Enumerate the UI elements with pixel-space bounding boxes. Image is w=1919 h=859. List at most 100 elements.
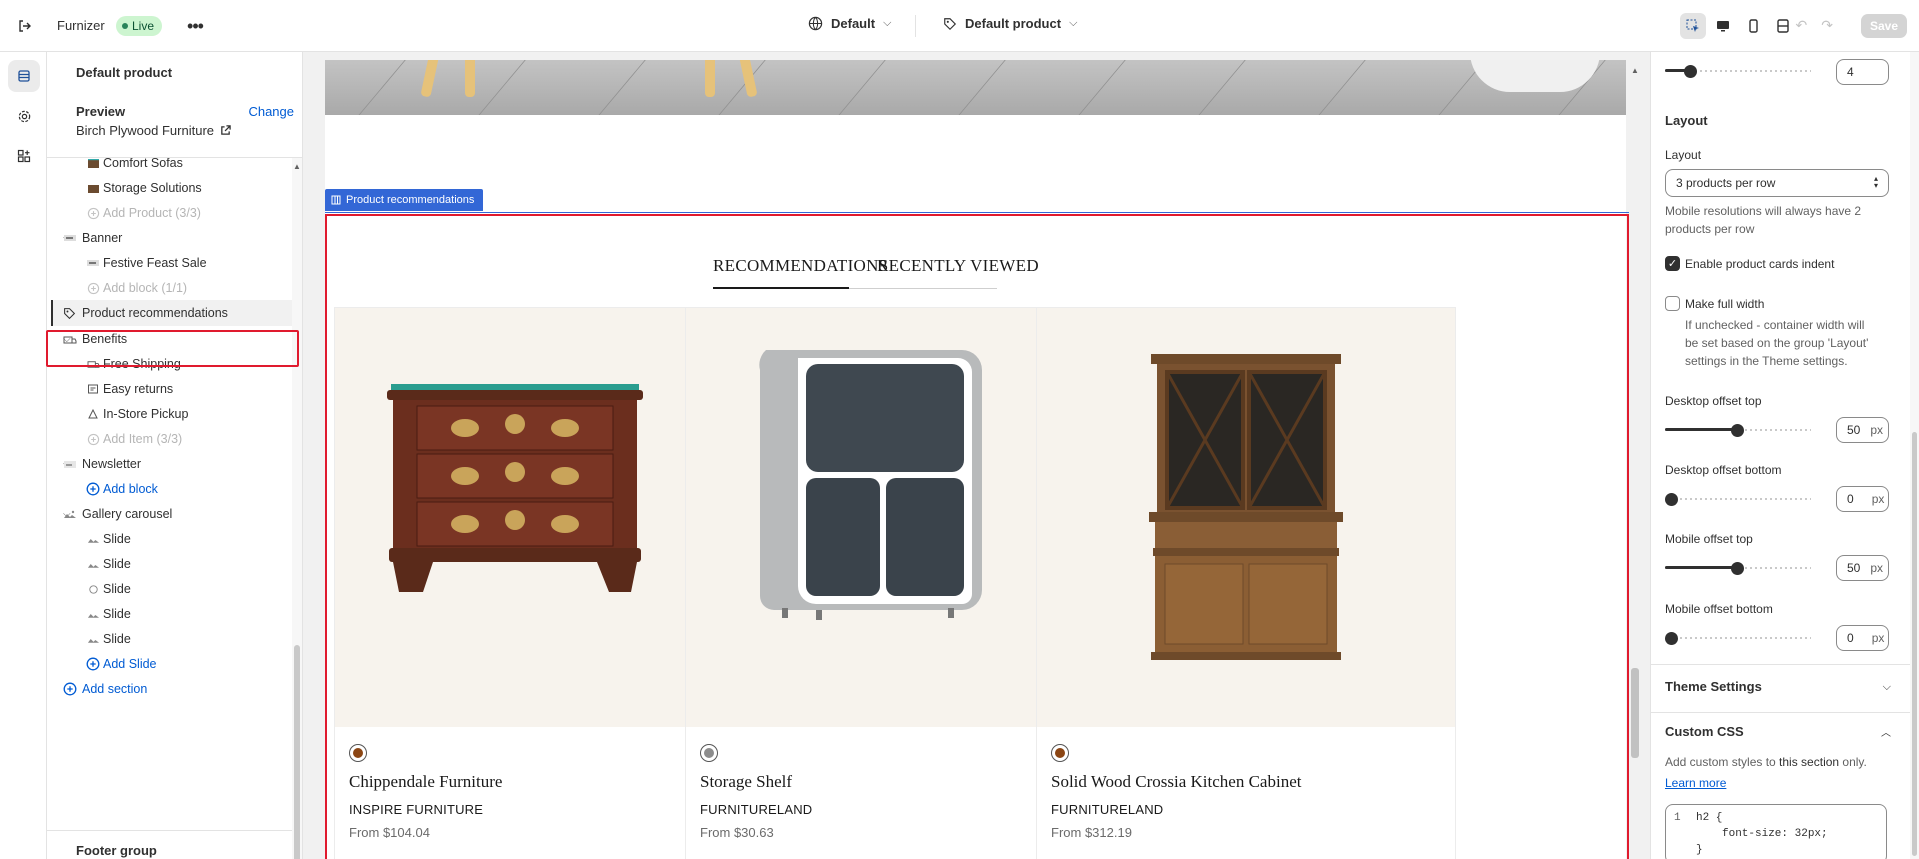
footer-group[interactable]: Footer group — [47, 830, 297, 859]
tree-item-easy-returns[interactable]: Easy returns — [47, 376, 297, 402]
desktop-top-input[interactable]: 50 px — [1836, 417, 1889, 443]
add-block-button[interactable]: Add block (1/1) — [47, 275, 297, 301]
highlight-annotation — [46, 330, 299, 367]
theme-selector[interactable]: Default ⌵ — [808, 16, 891, 31]
tree-item-banner[interactable]: ⌵ Banner — [47, 225, 297, 251]
chevron-up-icon[interactable]: ︿ — [1881, 724, 1891, 739]
full-width-checkbox[interactable] — [1665, 296, 1680, 311]
canvas-scrollbar[interactable]: ▲ — [1628, 60, 1642, 859]
undo-icon[interactable]: ↶ — [1796, 17, 1808, 34]
template-selector-label: Default product — [965, 16, 1062, 31]
add-item-button[interactable]: Add Item (3/3) — [47, 426, 297, 452]
mobile-bottom-slider[interactable] — [1665, 632, 1811, 645]
external-link-icon — [221, 125, 231, 135]
change-preview-link[interactable]: Change — [248, 104, 294, 119]
tree-item-in-store-pickup[interactable]: In-Store Pickup — [47, 401, 297, 427]
banner-icon — [62, 231, 78, 245]
full-width-help-text: If unchecked - container width will be s… — [1685, 316, 1868, 370]
slider-knob[interactable] — [1731, 424, 1744, 437]
help-line: be set based on the group 'Layout' — [1685, 336, 1869, 350]
template-selector[interactable]: Default product ⌵ — [943, 16, 1077, 31]
gear-icon[interactable] — [8, 100, 40, 132]
fullscreen-icon[interactable] — [1770, 13, 1796, 39]
tree-item-slide[interactable]: Slide — [47, 626, 297, 652]
add-block-link[interactable]: Add block — [47, 476, 297, 502]
sections-icon[interactable] — [8, 60, 40, 92]
desktop-top-slider[interactable] — [1665, 424, 1811, 437]
slider-knob[interactable] — [1665, 493, 1678, 506]
slide-icon — [85, 632, 101, 646]
chevron-down-icon[interactable]: ⌵ — [1883, 681, 1891, 694]
tree-item-storage-solutions[interactable]: Storage Solutions — [47, 175, 297, 201]
section-tag[interactable]: Product recommendations — [325, 189, 484, 211]
redo-icon[interactable]: ↷ — [1821, 17, 1833, 34]
top-range-slider[interactable] — [1665, 65, 1811, 78]
mobile-icon[interactable] — [1740, 13, 1766, 39]
top-range-input[interactable]: 4 — [1836, 59, 1889, 85]
desktop-bottom-input[interactable]: 0 px — [1836, 486, 1889, 512]
tree-item-slide[interactable]: Slide — [47, 526, 297, 552]
scrollbar-thumb[interactable] — [294, 645, 300, 859]
tree-item-slide[interactable]: Slide — [47, 601, 297, 627]
mobile-top-input[interactable]: 50 px — [1836, 555, 1889, 581]
tree-item-label: In-Store Pickup — [103, 407, 189, 421]
color-swatch[interactable] — [1051, 744, 1069, 762]
select-arrows-icon: ▴ ▾ — [1873, 174, 1878, 190]
tree-item-festive-feast-sale[interactable]: Festive Feast Sale — [47, 250, 297, 276]
inspector-icon[interactable] — [1680, 13, 1706, 39]
divider — [1651, 664, 1911, 665]
add-product-button[interactable]: Add Product (3/3) — [47, 200, 297, 226]
sidebar-scrollbar[interactable]: ▲ — [292, 158, 302, 859]
mobile-bottom-input[interactable]: 0 px — [1836, 625, 1889, 651]
mobile-top-slider[interactable] — [1665, 562, 1811, 575]
product-name[interactable]: Solid Wood Crossia Kitchen Cabinet — [1051, 772, 1301, 792]
product-name[interactable]: Chippendale Furniture — [349, 772, 502, 792]
tree-item-slide[interactable]: Slide — [47, 576, 297, 602]
more-actions-icon[interactable]: ••• — [183, 14, 207, 38]
slider-knob[interactable] — [1731, 562, 1744, 575]
newsletter-icon — [62, 457, 78, 471]
status-badge-label: Live — [132, 19, 155, 33]
scrollbar-thumb[interactable] — [1631, 668, 1639, 758]
tree-item-label: Slide — [103, 607, 131, 621]
pickup-icon — [85, 407, 101, 421]
tree-item-label: Add Slide — [103, 657, 157, 671]
color-swatch[interactable] — [700, 744, 718, 762]
tree-item-gallery-carousel[interactable]: ⌵ Gallery carousel — [47, 501, 297, 527]
tree-item-product-recommendations[interactable]: Product recommendations — [51, 300, 299, 326]
tab-recommendations[interactable]: RECOMMENDATIONS — [713, 256, 888, 276]
apps-icon[interactable] — [8, 140, 40, 172]
tab-recently-viewed[interactable]: RECENTLY VIEWED — [877, 256, 1039, 276]
scroll-up-icon[interactable]: ▲ — [293, 162, 301, 171]
settings-scrollbar[interactable] — [1910, 52, 1919, 859]
layout-select[interactable]: 3 products per row ▴ ▾ — [1665, 169, 1889, 197]
mobile-top-value: 50 — [1847, 561, 1861, 575]
learn-more-link[interactable]: Learn more — [1665, 776, 1726, 790]
theme-settings-toggle[interactable]: Theme Settings — [1665, 679, 1762, 694]
tab-active-indicator — [713, 287, 849, 289]
indent-checkbox[interactable]: ✓ — [1665, 256, 1680, 271]
scrollbar-thumb[interactable] — [1912, 432, 1917, 856]
tree-item-newsletter[interactable]: ⌵ Newsletter — [47, 451, 297, 477]
desktop-icon[interactable] — [1710, 13, 1736, 39]
add-slide-link[interactable]: Add Slide — [47, 651, 297, 677]
layout-help-text: Mobile resolutions will always have 2 pr… — [1665, 202, 1861, 238]
tag-icon — [61, 306, 77, 320]
slider-knob[interactable] — [1684, 65, 1697, 78]
product-name[interactable]: Storage Shelf — [700, 772, 792, 792]
exit-icon[interactable] — [14, 16, 36, 36]
preview-store[interactable]: Birch Plywood Furniture — [76, 123, 231, 138]
add-section-link[interactable]: Add section — [47, 676, 297, 702]
product-image-cabinet[interactable] — [1037, 308, 1455, 727]
scroll-up-icon[interactable]: ▲ — [1631, 66, 1639, 75]
desktop-bottom-slider[interactable] — [1665, 493, 1811, 506]
slider-knob[interactable] — [1665, 632, 1678, 645]
tree-item-slide[interactable]: Slide — [47, 551, 297, 577]
tree-item-label: Slide — [103, 557, 131, 571]
custom-css-toggle[interactable]: Custom CSS — [1665, 724, 1744, 739]
save-button[interactable]: Save — [1861, 14, 1907, 38]
product-card[interactable]: Solid Wood Crossia Kitchen Cabinet FURNI… — [1036, 307, 1456, 859]
custom-css-editor[interactable]: 1 h2 { font-size: 32px; } — [1665, 804, 1887, 859]
color-swatch[interactable] — [349, 744, 367, 762]
tab-underline — [849, 288, 997, 289]
